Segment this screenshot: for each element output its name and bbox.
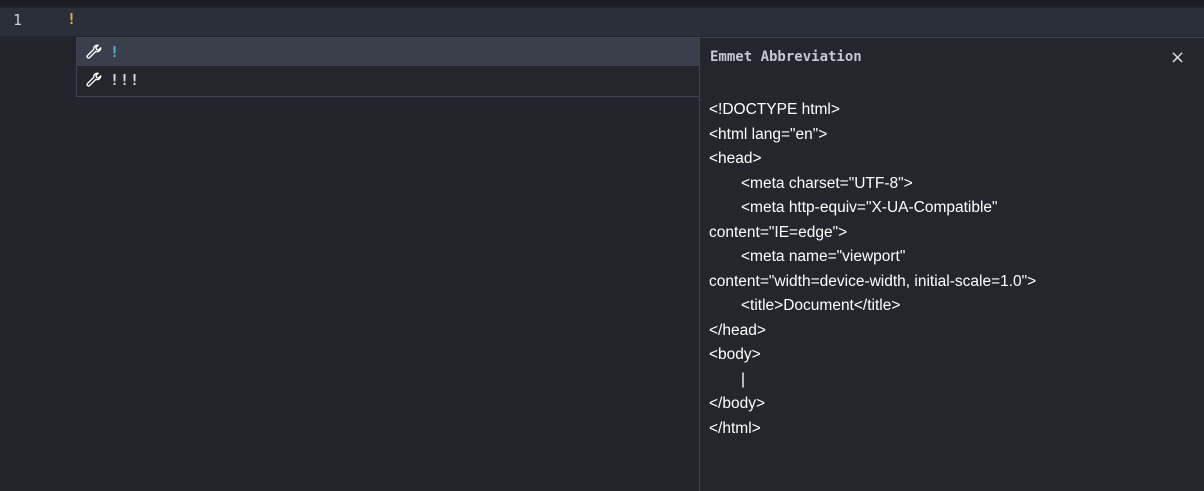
snippet-line: <meta charset="UTF-8"> [741, 174, 913, 192]
snippet-line: <!DOCTYPE html> [709, 101, 840, 118]
snippet-line: content="width=device-width, initial-sca… [709, 272, 1037, 290]
code-line-text[interactable]: ! [67, 10, 76, 28]
snippet-line: </head> [709, 321, 766, 339]
close-icon[interactable]: × [1170, 47, 1185, 68]
snippet-line: </body> [709, 395, 766, 412]
snippet-line: <head> [709, 150, 762, 167]
snippet-line: <body> [709, 346, 761, 363]
snippet-line: <meta name="viewport" [741, 248, 906, 265]
wrench-icon [83, 69, 105, 91]
wrench-icon [83, 41, 105, 63]
snippet-line: <html lang="en"> [709, 125, 828, 143]
details-title: Emmet Abbreviation [710, 49, 862, 65]
details-snippet: <!DOCTYPE html> <html lang="en"> <head> … [709, 98, 1199, 441]
suggestion-item[interactable]: !!! [77, 66, 699, 94]
line-number: 1 [13, 11, 23, 29]
suggestion-label: !!! [110, 71, 141, 89]
snippet-line: content="IE=edge"> [709, 223, 848, 241]
snippet-line: <title>Document</title> [741, 297, 901, 314]
suggestion-label: ! [110, 43, 121, 61]
suggestion-details-panel: Emmet Abbreviation × <!DOCTYPE html> <ht… [699, 37, 1204, 491]
current-line-highlight [0, 8, 1204, 36]
suggestion-widget: ! !!! [76, 37, 700, 97]
editor-top-border [0, 0, 1204, 6]
snippet-line: | [741, 370, 746, 388]
snippet-line: <meta http-equiv="X-UA-Compatible" [741, 199, 998, 216]
code-editor[interactable]: 1 ! ! !!! Emmet Abbreviation × <!DOCTYPE… [0, 0, 1204, 491]
snippet-line: </html> [709, 419, 761, 437]
suggestion-item[interactable]: ! [77, 38, 699, 66]
